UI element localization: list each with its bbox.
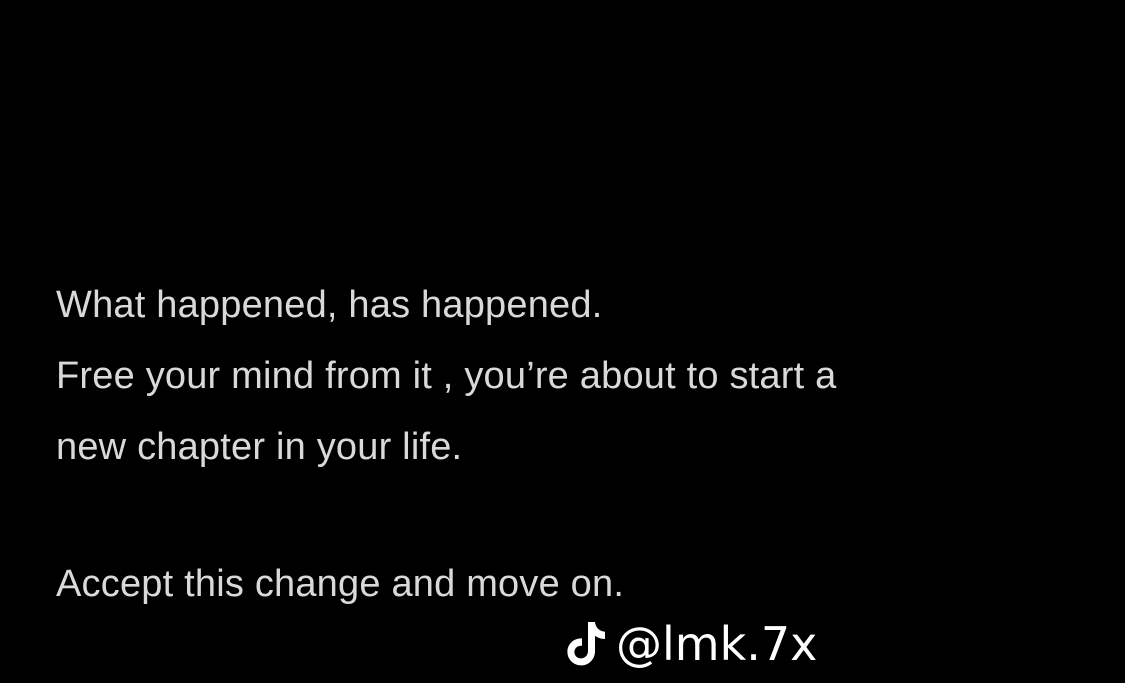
tiktok-logo-icon: [567, 622, 605, 666]
tiktok-watermark: @lmk.7x: [566, 614, 817, 674]
note-line-1: What happened, has happened.: [56, 284, 603, 326]
screenshot-canvas: What happened, has happened. Free your m…: [0, 0, 1125, 683]
note-text: What happened, has happened. Free your m…: [56, 270, 1096, 620]
watermark-handle: @lmk.7x: [616, 617, 818, 671]
note-line-2: Free your mind from it , you’re about to…: [56, 355, 837, 397]
note-line-3: new chapter in your life.: [56, 426, 463, 468]
note-line-4: Accept this change and move on.: [56, 563, 625, 605]
